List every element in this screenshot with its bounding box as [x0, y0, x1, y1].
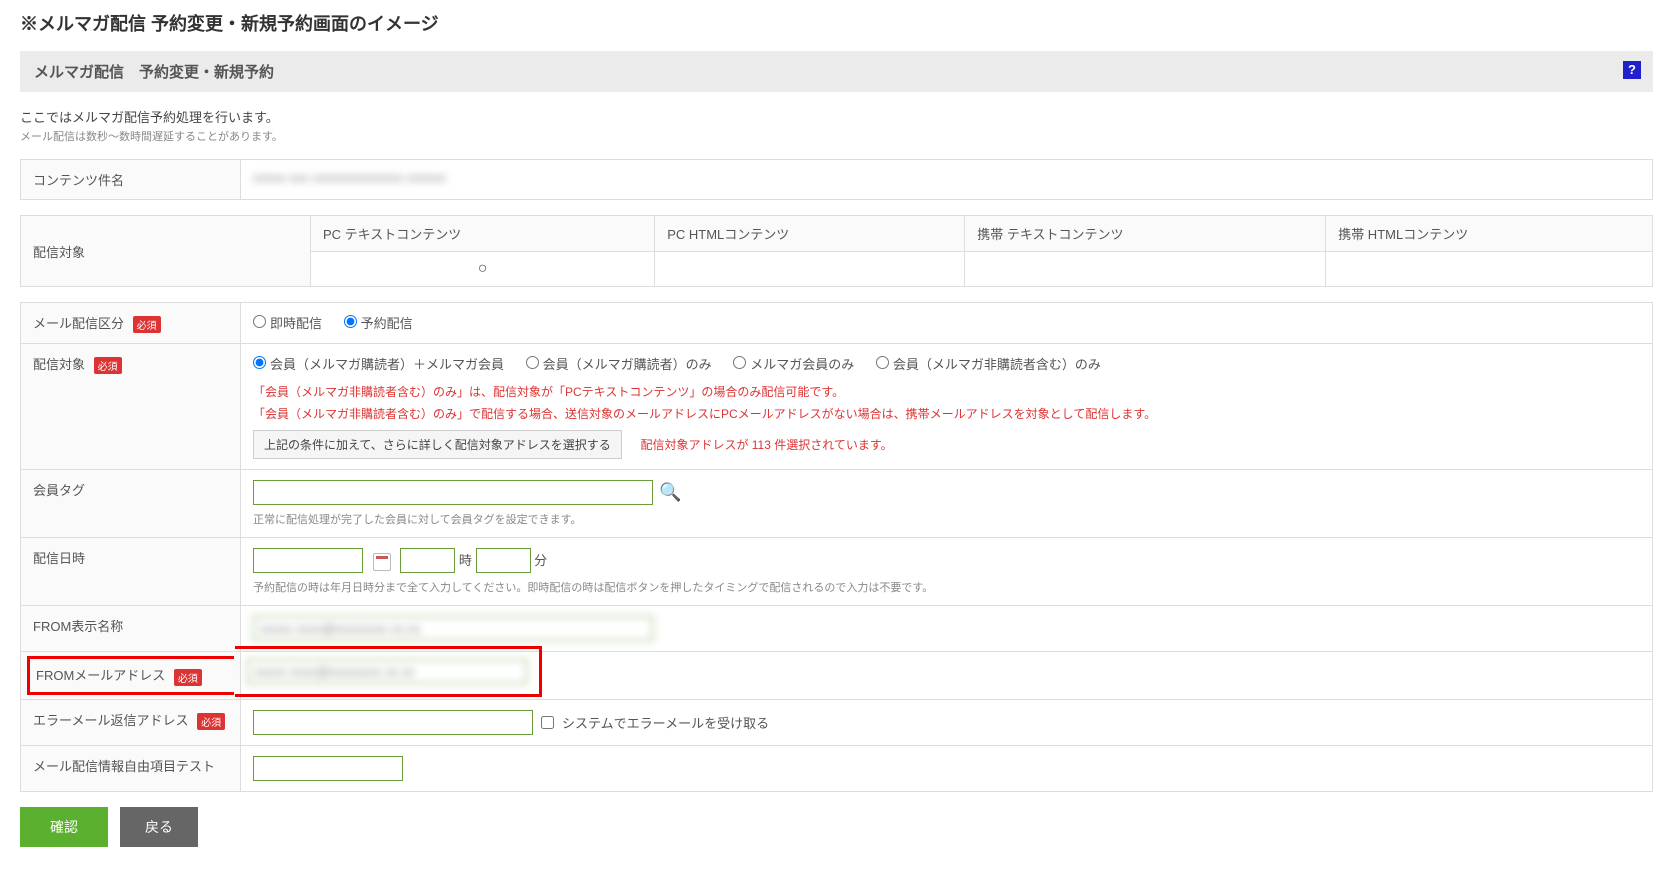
- from-email-label: FROMメールアドレス: [36, 668, 165, 683]
- from-email-input[interactable]: [247, 659, 527, 684]
- target-mark-pc-text: ○: [311, 252, 655, 287]
- delivery-date-note: 予約配信の時は年月日時分まで全て入力してください。即時配信の時は配信ボタンを押し…: [253, 579, 1640, 595]
- error-reply-label-cell: エラーメール返信アドレス 必須: [21, 699, 241, 745]
- radio-target-2[interactable]: メルマガ会員のみ: [733, 357, 854, 372]
- back-button[interactable]: 戻る: [120, 807, 198, 847]
- radio-target-1-label: 会員（メルマガ購読者）のみ: [543, 357, 712, 372]
- help-icon[interactable]: ?: [1623, 61, 1641, 79]
- error-reply-input[interactable]: [253, 710, 533, 735]
- content-name-value: xxxxx xxx xxxxxxxxxxxxxx xxxxxx: [253, 170, 446, 185]
- intro-note: メール配信は数秒～数時間遅延することがあります。: [20, 128, 1653, 144]
- target-content-table: 配信対象 PC テキストコンテンツ PC HTMLコンテンツ 携帯 テキストコン…: [20, 215, 1653, 287]
- button-row: 確認 戻る: [20, 807, 1653, 847]
- radio-scheduled-input[interactable]: [344, 315, 357, 328]
- required-badge: 必須: [94, 357, 122, 374]
- section-header-text: メルマガ配信 予約変更・新規予約: [34, 64, 274, 81]
- free-item-label: メール配信情報自由項目テスト: [21, 745, 241, 791]
- error-reply-label: エラーメール返信アドレス: [33, 713, 188, 728]
- radio-target-1-input[interactable]: [526, 356, 539, 369]
- radio-target-0[interactable]: 会員（メルマガ購読者）＋メルマガ会員: [253, 357, 504, 372]
- radio-immediate-label: 即時配信: [270, 316, 322, 331]
- content-name-table: コンテンツ件名 xxxxx xxx xxxxxxxxxxxxxx xxxxxx: [20, 159, 1653, 200]
- target-mark-mobile-html: [1326, 252, 1653, 287]
- target-label: 配信対象: [33, 357, 85, 372]
- delivery-date-input[interactable]: [253, 548, 363, 573]
- from-name-label: FROM表示名称: [21, 606, 241, 652]
- radio-target-1[interactable]: 会員（メルマガ購読者）のみ: [526, 357, 712, 372]
- target-radios: 会員（メルマガ購読者）＋メルマガ会員 会員（メルマガ購読者）のみ メルマガ会員の…: [253, 354, 1640, 373]
- member-tag-note: 正常に配信処理が完了した会員に対して会員タグを設定できます。: [253, 511, 1640, 527]
- radio-immediate[interactable]: 即時配信: [253, 316, 322, 331]
- radio-target-0-input[interactable]: [253, 356, 266, 369]
- page-title: ※メルマガ配信 予約変更・新規予約画面のイメージ: [20, 10, 1653, 36]
- target-status: 配信対象アドレスが 113 件選択されています。: [640, 438, 892, 452]
- system-error-label: システムでエラーメールを受け取る: [562, 713, 769, 732]
- magnify-icon[interactable]: 🔍: [659, 482, 681, 503]
- radio-target-3-input[interactable]: [876, 356, 889, 369]
- target-mark-pc-html: [655, 252, 965, 287]
- radio-scheduled[interactable]: 予約配信: [344, 316, 413, 331]
- min-suffix: 分: [534, 553, 547, 568]
- delivery-type-label-cell: メール配信区分 必須: [21, 303, 241, 344]
- delivery-type-radios: 即時配信 予約配信: [253, 313, 1640, 332]
- target-row-label: 配信対象: [21, 216, 311, 287]
- radio-target-3[interactable]: 会員（メルマガ非購読者含む）のみ: [876, 357, 1101, 372]
- radio-target-2-label: メルマガ会員のみ: [750, 357, 854, 372]
- member-tag-input[interactable]: [253, 480, 653, 505]
- calendar-icon[interactable]: [373, 553, 391, 571]
- content-name-label: コンテンツ件名: [21, 160, 241, 200]
- required-badge: 必須: [174, 669, 202, 686]
- radio-target-3-label: 会員（メルマガ非購読者含む）のみ: [893, 357, 1101, 372]
- radio-target-2-input[interactable]: [733, 356, 746, 369]
- required-badge: 必須: [133, 316, 161, 333]
- target-header-mobile-html: 携帯 HTMLコンテンツ: [1326, 216, 1653, 252]
- target-header-mobile-text: 携帯 テキストコンテンツ: [965, 216, 1326, 252]
- free-item-input[interactable]: [253, 756, 403, 781]
- target-label-cell: 配信対象 必須: [21, 344, 241, 470]
- system-error-checkbox[interactable]: [541, 716, 554, 729]
- target-warning-2: 「会員（メルマガ非購読者含む）のみ」で配信する場合、送信対象のメールアドレスにP…: [253, 405, 1640, 424]
- intro-text: ここではメルマガ配信予約処理を行います。: [20, 107, 1653, 126]
- radio-scheduled-label: 予約配信: [361, 316, 413, 331]
- section-header: メルマガ配信 予約変更・新規予約 ?: [20, 51, 1653, 92]
- from-email-label-cell: FROMメールアドレス 必須: [21, 652, 241, 699]
- settings-table: メール配信区分 必須 即時配信 予約配信 配信対象 必須 会員（メルマガ購読者）…: [20, 302, 1653, 792]
- member-tag-label: 会員タグ: [21, 470, 241, 538]
- delivery-date-label: 配信日時: [21, 538, 241, 606]
- required-badge: 必須: [197, 713, 225, 730]
- delivery-hour-input[interactable]: [400, 548, 455, 573]
- target-warning-1: 「会員（メルマガ非購読者含む）のみ」は、配信対象が「PCテキストコンテンツ」の場…: [253, 383, 1640, 402]
- radio-immediate-input[interactable]: [253, 315, 266, 328]
- target-header-pc-html: PC HTMLコンテンツ: [655, 216, 965, 252]
- confirm-button[interactable]: 確認: [20, 807, 108, 847]
- refine-target-button[interactable]: 上記の条件に加えて、さらに詳しく配信対象アドレスを選択する: [253, 430, 622, 459]
- radio-target-0-label: 会員（メルマガ購読者）＋メルマガ会員: [270, 357, 504, 372]
- hour-suffix: 時: [459, 553, 472, 568]
- target-mark-mobile-text: [965, 252, 1326, 287]
- delivery-min-input[interactable]: [476, 548, 531, 573]
- delivery-type-label: メール配信区分: [33, 316, 124, 331]
- from-name-input[interactable]: [253, 616, 653, 641]
- target-header-pc-text: PC テキストコンテンツ: [311, 216, 655, 252]
